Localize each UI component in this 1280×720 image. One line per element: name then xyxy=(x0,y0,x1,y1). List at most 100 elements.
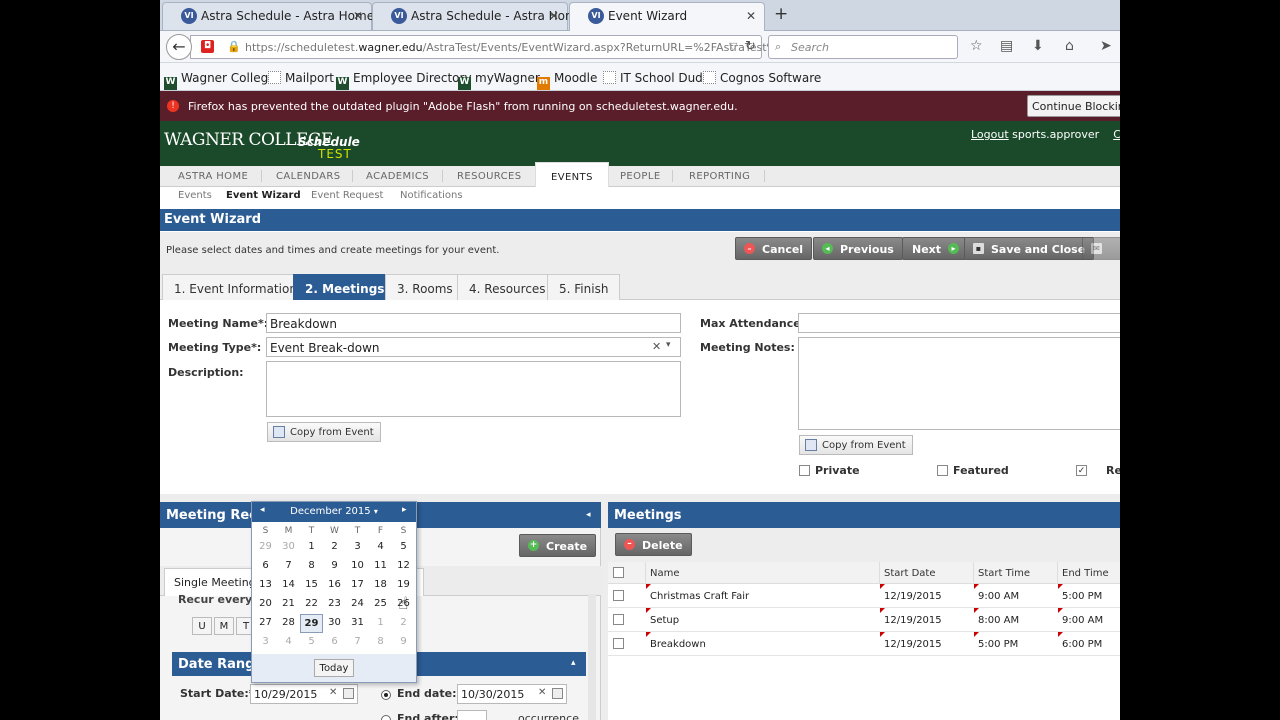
calendar-day[interactable]: 20 xyxy=(254,595,277,614)
meeting-type-select[interactable]: Event Break-down ✕ ▾ xyxy=(266,337,681,357)
calendar-day[interactable]: 29 xyxy=(300,614,323,633)
calendar-icon[interactable] xyxy=(343,688,354,699)
calendar-day[interactable]: 29 xyxy=(254,538,277,557)
calendar-day[interactable]: 11 xyxy=(369,557,392,576)
chevron-down-icon[interactable]: ▾ xyxy=(666,340,671,350)
close-icon[interactable]: ✕ xyxy=(353,9,363,23)
calendar-day[interactable]: 21 xyxy=(277,595,300,614)
select-all-checkbox[interactable] xyxy=(613,567,624,578)
delete-button[interactable]: – Delete xyxy=(615,533,692,556)
browser-tab-1[interactable]: VI Astra Schedule - Astra Home ✕ xyxy=(162,2,374,30)
bookmark-wagner-college[interactable]: W Wagner College xyxy=(164,71,276,90)
calendar-day[interactable]: 1 xyxy=(369,614,392,633)
clear-icon[interactable]: ✕ xyxy=(652,340,661,353)
nav-calendars[interactable]: CALENDARS xyxy=(276,171,340,182)
calendar-day[interactable]: 5 xyxy=(392,538,415,557)
clear-icon[interactable]: ✕ xyxy=(538,687,546,698)
subnav-events[interactable]: Events xyxy=(178,190,212,201)
bookmark-moodle[interactable]: m Moodle xyxy=(537,71,597,90)
subnav-notifications[interactable]: Notifications xyxy=(400,190,463,201)
close-icon[interactable]: ✕ xyxy=(549,9,559,23)
collapse-up-icon[interactable]: ▴ xyxy=(571,658,576,668)
day-monday-toggle[interactable]: M xyxy=(214,617,234,635)
column-start-time[interactable]: Start Time xyxy=(974,562,1058,584)
copy-from-event-button[interactable]: Copy from Event xyxy=(267,422,381,442)
max-attendance-input[interactable] xyxy=(798,313,1120,333)
calendar-day[interactable]: 6 xyxy=(323,633,346,652)
browser-tab-3[interactable]: VI Event Wizard ✕ xyxy=(569,2,765,32)
new-tab-icon[interactable]: + xyxy=(774,4,788,24)
tab-rooms[interactable]: 3. Rooms xyxy=(385,274,465,300)
url-bar[interactable]: ◘ 🔒 https://scheduletest.wagner.edu/Astr… xyxy=(190,35,777,59)
previous-button[interactable]: ◂ Previous xyxy=(813,237,903,260)
row-checkbox[interactable] xyxy=(613,590,624,601)
calendar-day[interactable]: 25 xyxy=(369,595,392,614)
calendar-day[interactable]: 15 xyxy=(300,576,323,595)
end-after-radio[interactable] xyxy=(381,715,391,720)
next-button[interactable]: Next ▸ xyxy=(902,237,967,260)
nav-people[interactable]: PEOPLE xyxy=(620,171,661,182)
calendar-day[interactable]: 3 xyxy=(254,633,277,652)
tab-event-information[interactable]: 1. Event Information xyxy=(162,274,309,300)
calendar-day[interactable]: 16 xyxy=(323,576,346,595)
column-end-time[interactable]: End Time xyxy=(1058,562,1120,584)
calendar-day[interactable]: 9 xyxy=(392,633,415,652)
bookmark-star-icon[interactable]: ☆ xyxy=(970,38,983,54)
meeting-notes-textarea[interactable] xyxy=(798,337,1120,430)
email-button[interactable]: ✉ xyxy=(1082,237,1120,260)
calendar-day[interactable]: 13 xyxy=(254,576,277,595)
end-date-radio[interactable] xyxy=(381,690,391,700)
bookmark-cognos-software[interactable]: Cognos Software xyxy=(703,71,821,85)
calendar-day[interactable]: 2 xyxy=(323,538,346,557)
nav-resources[interactable]: RESOURCES xyxy=(457,171,522,182)
scrollbar[interactable] xyxy=(588,594,596,720)
calendar-month-title[interactable]: December 2015 xyxy=(290,506,370,517)
nav-academics[interactable]: ACADEMICS xyxy=(366,171,429,182)
calendar-day[interactable]: 5 xyxy=(300,633,323,652)
column-start-date[interactable]: Start Date xyxy=(880,562,974,584)
save-and-close-button[interactable]: ▪ Save and Close xyxy=(964,237,1095,260)
create-button[interactable]: + Create xyxy=(519,534,597,557)
calendar-day[interactable]: 30 xyxy=(277,538,300,557)
logout-link[interactable]: Logout xyxy=(971,128,1009,141)
column-name[interactable]: Name xyxy=(646,562,880,584)
chevron-down-icon[interactable]: ▾ xyxy=(374,507,378,516)
calendar-day[interactable]: 31 xyxy=(346,614,369,633)
nav-events[interactable]: EVENTS xyxy=(535,162,609,188)
calendar-day[interactable]: 19 xyxy=(392,576,415,595)
tab-meetings[interactable]: 2. Meetings xyxy=(293,274,397,300)
nav-astra-home[interactable]: ASTRA HOME xyxy=(178,171,248,182)
calendar-day[interactable]: 4 xyxy=(369,538,392,557)
calendar-day[interactable]: 30 xyxy=(323,614,346,633)
subnav-event-request[interactable]: Event Request xyxy=(311,190,383,201)
cancel-button[interactable]: – Cancel xyxy=(735,237,813,260)
bookmark-it-school-dude[interactable]: IT School Dude xyxy=(603,71,710,85)
calendar-day[interactable]: 28 xyxy=(277,614,300,633)
calendar-day[interactable]: 10 xyxy=(346,557,369,576)
row-checkbox[interactable] xyxy=(613,638,624,649)
re-checkbox[interactable]: ✓ xyxy=(1076,465,1087,476)
plugin-blocked-icon[interactable]: ◘ xyxy=(201,40,214,53)
featured-checkbox[interactable] xyxy=(937,465,948,476)
bookmark-mywagner[interactable]: WmyWagner xyxy=(458,71,540,90)
calendar-day[interactable]: 17 xyxy=(346,576,369,595)
tab-finish[interactable]: 5. Finish xyxy=(547,274,621,300)
calendar-day[interactable]: 22 xyxy=(300,595,323,614)
search-input[interactable]: ⌕ Search xyxy=(768,35,958,59)
copy-from-event-notes-button[interactable]: Copy from Event xyxy=(799,435,913,455)
calendar-day[interactable]: 8 xyxy=(300,557,323,576)
meeting-name-input[interactable]: Breakdown xyxy=(266,313,681,333)
close-icon[interactable]: ✕ xyxy=(746,9,756,23)
end-date-input[interactable]: 10/30/2015 ✕ xyxy=(457,684,567,704)
calendar-day[interactable]: 18 xyxy=(369,576,392,595)
send-icon[interactable]: ➤ xyxy=(1100,38,1112,54)
clear-icon[interactable]: ✕ xyxy=(329,687,337,698)
calendar-day[interactable]: 23 xyxy=(323,595,346,614)
calendar-day[interactable]: 7 xyxy=(346,633,369,652)
calendar-day[interactable]: 12 xyxy=(392,557,415,576)
today-button[interactable]: Today xyxy=(314,659,354,677)
reading-list-icon[interactable]: ▤ xyxy=(1000,38,1013,54)
calendar-day[interactable]: 14 xyxy=(277,576,300,595)
bookmark-employee-directory[interactable]: W Employee Directory xyxy=(336,71,472,90)
home-icon[interactable]: ⌂ xyxy=(1065,38,1074,54)
